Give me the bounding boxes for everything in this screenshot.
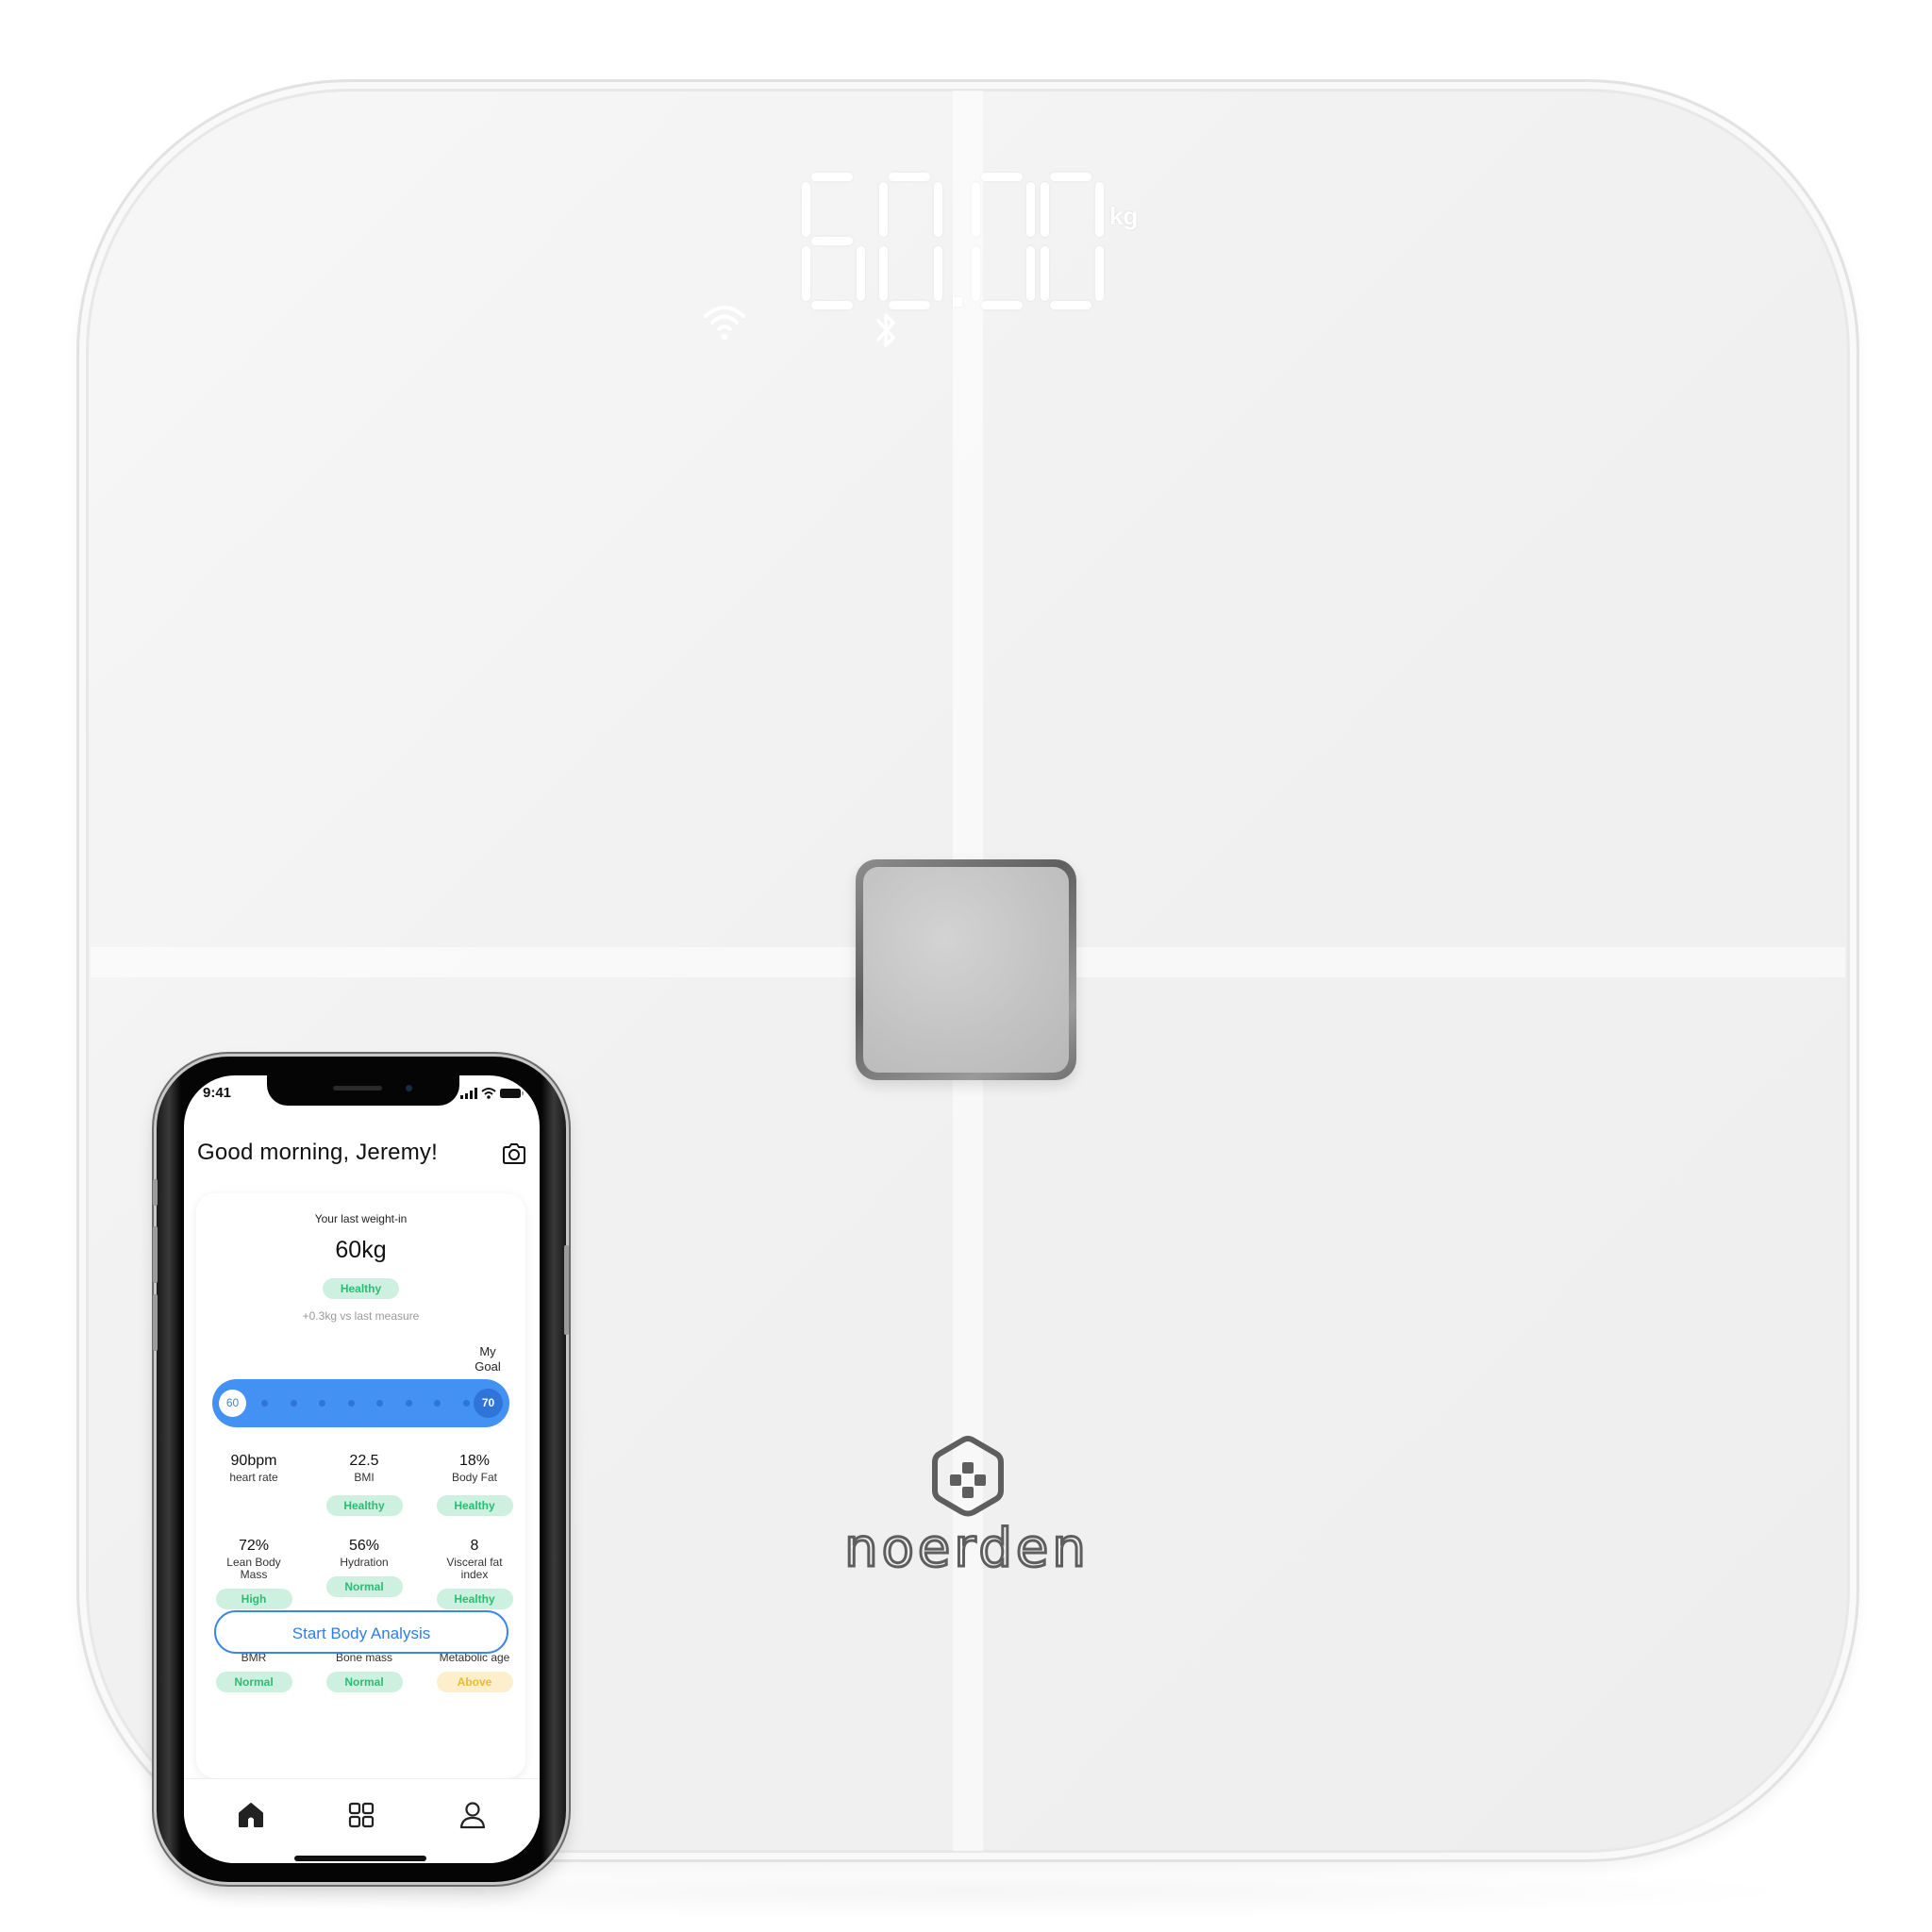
start-body-analysis-button[interactable]: Start Body Analysis [214,1610,508,1654]
wifi-icon [704,306,745,341]
metric-status-badge: Healthy [325,1495,403,1516]
slider-step-dot [405,1400,412,1407]
phone-notch [267,1075,459,1106]
weight-delta: +0.3kg vs last measure [302,1309,420,1323]
center-electrode-pad [856,859,1076,1080]
brand-wordmark: noerden [843,1519,1090,1575]
led-decimal-point [953,297,962,307]
led-segment [1095,246,1104,301]
led-segment [934,246,942,301]
metric-status-badge: Healthy [436,1589,513,1609]
slider-step-dot [290,1400,297,1407]
led-segment [1041,182,1049,237]
metric-value: 8 [470,1538,479,1554]
metric-status-badge: High [215,1589,292,1609]
last-weight-label: Your last weight-in [314,1212,408,1225]
phone-volume-down [153,1294,158,1351]
greeting-title: Good morning, Jeremy! [197,1140,438,1165]
phone-volume-up [153,1226,158,1283]
signal-icon [460,1088,477,1099]
home-icon[interactable] [236,1800,266,1830]
metric-label: Body Fat [451,1471,498,1484]
led-segment [1095,182,1104,237]
led-segment [879,182,888,237]
led-segment [1026,182,1035,237]
camera-icon[interactable] [502,1143,526,1164]
led-segment [889,301,930,309]
metric-value: 56% [348,1538,380,1554]
electrode-surface [863,867,1069,1073]
metric-status-badge: Above [436,1672,513,1692]
profile-icon[interactable] [458,1800,488,1830]
weight-status-badge: Healthy [323,1278,399,1299]
metric-item[interactable]: 18% Body Fat Healthy [420,1453,529,1516]
led-segment [811,237,853,245]
metric-item[interactable]: 22.5 BMI Healthy [309,1453,419,1516]
metric-item[interactable]: 56% Hydration Normal [309,1538,419,1597]
led-segment [972,246,980,301]
led-segment [1041,246,1049,301]
metric-label: heart rate [229,1471,278,1484]
weight-summary-card: Your last weight-in 60kg Healthy +0.3kg … [196,1193,525,1778]
phone-power-button [564,1245,569,1335]
wifi-status-icon [481,1088,496,1099]
slider-step-dot [319,1400,325,1407]
slider-step-dot [462,1400,470,1407]
led-unit: kg [1109,202,1139,230]
status-time: 9:41 [203,1085,232,1101]
led-segment [802,246,810,301]
goal-label-line2: Goal [475,1359,501,1374]
led-segment [1050,301,1091,309]
metric-value: 18% [458,1453,491,1469]
metric-status-badge: Normal [325,1576,403,1597]
metric-status-badge: Normal [215,1672,292,1692]
app-screen: 9:41 Good morning, Jeremy! Your last wei… [184,1075,540,1863]
metric-item[interactable]: 90bpm heart rate [199,1453,308,1484]
led-segment [1050,173,1091,181]
slider-step-dot [347,1400,355,1407]
battery-icon [500,1089,524,1098]
goal-label: My Goal [469,1344,507,1374]
led-segment [934,182,942,237]
led-segment [879,246,888,301]
metric-label: BMI [354,1471,375,1484]
metric-label: Visceral fat index [446,1556,503,1581]
metric-value: 22.5 [349,1453,379,1469]
home-indicator[interactable] [294,1856,426,1861]
led-segment [811,301,853,309]
led-segment [811,173,853,181]
metric-item[interactable]: 72% Lean Body Mass High [199,1538,308,1609]
status-icons [460,1088,524,1099]
hexagon-cross-logo-icon [932,1435,1004,1517]
led-segment [981,301,1023,309]
slider-step-dot [434,1400,441,1407]
slider-step-dot [376,1400,383,1407]
tab-bar [184,1778,540,1863]
led-segment [857,246,865,301]
metric-label: Hydration [340,1556,389,1569]
led-segment [802,182,810,237]
slider-step-dot [261,1400,268,1407]
metric-item[interactable]: 8 Visceral fat index Healthy [420,1538,529,1609]
bluetooth-icon [876,313,895,347]
led-segment [889,173,930,181]
last-weight-value: 60kg [335,1237,387,1263]
metric-value: 72% [238,1538,270,1554]
slider-current-weight[interactable]: 60 [219,1390,246,1417]
front-camera [406,1085,412,1091]
brand-name: noerden [844,1519,1090,1575]
led-segment [1026,246,1035,301]
speaker-grille [333,1086,382,1091]
metric-status-badge: Healthy [436,1495,513,1516]
metric-label: Lean Body Mass [226,1556,281,1581]
led-segment [972,182,980,237]
goal-progress-slider[interactable]: 60 70 [212,1379,509,1427]
metric-status-badge: Normal [325,1672,403,1692]
phone-silent-switch [153,1179,158,1206]
led-segment [981,173,1023,181]
goal-label-line1: My [479,1344,496,1358]
grid-icon[interactable] [346,1800,376,1830]
metric-value: 90bpm [230,1453,277,1469]
slider-goal-weight[interactable]: 70 [474,1389,503,1418]
